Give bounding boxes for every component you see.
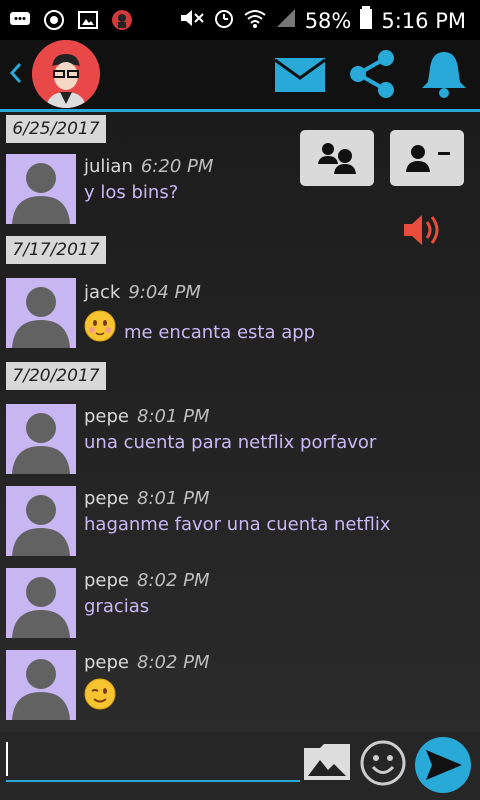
mute-icon: [179, 7, 205, 34]
contact-card-icon: [406, 145, 450, 172]
signal-icon: [275, 7, 297, 34]
sender-name: julian: [84, 156, 133, 177]
sender-name: pepe: [84, 652, 129, 673]
speaker-icon[interactable]: [402, 212, 442, 252]
back-chevron-icon[interactable]: [6, 58, 26, 88]
contact-avatar-icon[interactable]: [6, 154, 76, 224]
mail-icon[interactable]: [274, 48, 326, 104]
message-sender: pepe 8:01 PM: [84, 488, 210, 509]
message-time: 8:02 PM: [137, 570, 210, 591]
message-time: 8:01 PM: [137, 406, 210, 427]
emoji-icon[interactable]: [360, 740, 406, 790]
bell-icon[interactable]: [418, 48, 470, 104]
battery-icon: [359, 6, 373, 35]
sender-name: pepe: [84, 488, 129, 509]
message-time: 8:02 PM: [137, 652, 210, 673]
message-text: una cuenta para netflix porfavor: [84, 432, 377, 453]
contact-card-button[interactable]: [390, 130, 464, 186]
text-cursor: [6, 742, 8, 776]
alarm-icon: [213, 7, 235, 34]
message-sender: pepe 8:01 PM: [84, 406, 210, 427]
sender-name: pepe: [84, 406, 129, 427]
chat-bubble-icon: [8, 8, 32, 32]
avatar[interactable]: [32, 40, 100, 108]
sender-name: pepe: [84, 570, 129, 591]
date-separator: 6/25/2017: [6, 115, 106, 143]
share-icon[interactable]: [346, 48, 398, 104]
message-sender: pepe 8:02 PM: [84, 652, 210, 673]
contact-avatar-icon[interactable]: [6, 278, 76, 348]
wifi-icon: [243, 7, 267, 34]
message-sender: julian 6:20 PM: [84, 156, 213, 177]
message-sender: pepe 8:02 PM: [84, 570, 210, 591]
date-separator: 7/17/2017: [6, 236, 106, 264]
battery-percent: 58%: [304, 8, 352, 33]
contact-avatar-icon[interactable]: [6, 568, 76, 638]
header: [0, 40, 480, 110]
message-list[interactable]: 6/25/2017 julian 6:20 PM y los bins? 7/17…: [0, 112, 480, 732]
message-sender: jack 9:04 PM: [84, 282, 201, 303]
whatsapp-icon: [42, 8, 66, 32]
message-time: 9:04 PM: [128, 282, 201, 303]
message-text: gracias: [84, 596, 150, 617]
message-time: 8:01 PM: [137, 488, 210, 509]
blush-emoji-icon: [84, 310, 116, 346]
send-icon[interactable]: [414, 736, 472, 798]
date-separator: 7/20/2017: [6, 362, 106, 390]
image-attach-icon[interactable]: [302, 742, 352, 786]
group-contacts-button[interactable]: [300, 130, 374, 186]
contact-avatar-icon[interactable]: [6, 486, 76, 556]
image-icon: [76, 8, 100, 32]
app-avatar-icon: [110, 8, 134, 32]
sender-name: jack: [84, 282, 121, 303]
group-contacts-icon: [318, 143, 356, 174]
status-bar: 58% 5:16 PM: [0, 0, 480, 40]
contact-avatar-icon[interactable]: [6, 404, 76, 474]
message-time: 6:20 PM: [140, 156, 214, 177]
message-text: y los bins?: [84, 182, 179, 203]
wink-emoji-icon: [84, 678, 116, 714]
message-text: haganme favor una cuenta netflix: [84, 514, 391, 535]
message-input[interactable]: [6, 738, 300, 782]
status-time: 5:16 PM: [381, 8, 466, 33]
contact-avatar-icon[interactable]: [6, 650, 76, 720]
composer-bar: [0, 732, 480, 800]
message-text: me encanta esta app: [124, 322, 316, 343]
